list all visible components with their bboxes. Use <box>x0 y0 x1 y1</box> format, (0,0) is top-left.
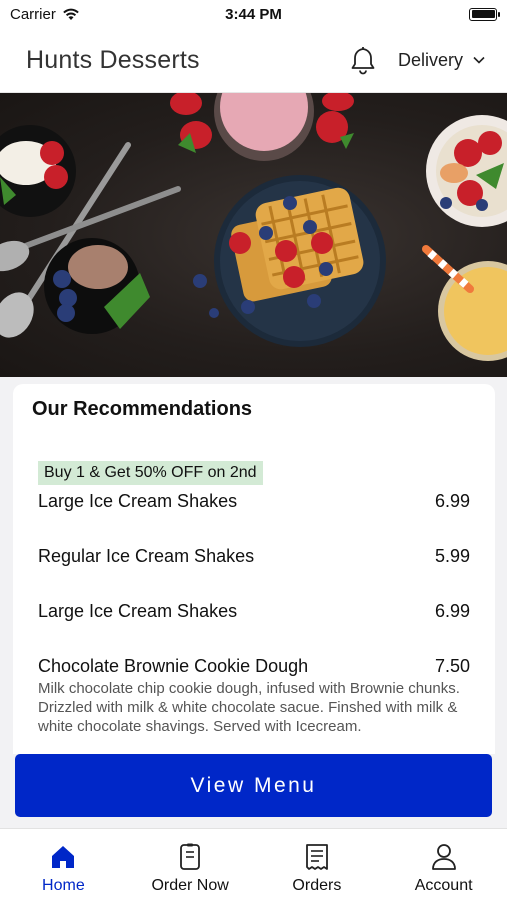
carrier-label: Carrier <box>10 5 56 23</box>
app-title: Hunts Desserts <box>26 45 200 74</box>
tab-home[interactable]: Home <box>0 829 127 900</box>
menu-item-price: 5.99 <box>434 546 470 566</box>
tab-label: Account <box>414 877 473 894</box>
account-icon <box>431 844 456 870</box>
status-left: Carrier <box>10 6 80 23</box>
tab-label: Orders <box>292 877 342 894</box>
orders-icon <box>305 844 328 870</box>
app-header: Hunts Desserts Delivery <box>0 28 507 93</box>
status-bar: Carrier 3:44 PM <box>0 0 507 28</box>
chevron-down-icon <box>473 56 485 64</box>
tab-label: Order Now <box>151 877 229 894</box>
menu-item[interactable]: Large Ice Cream Shakes 6.99 <box>32 601 477 622</box>
menu-item-price: 7.50 <box>434 656 470 676</box>
wifi-icon <box>63 8 79 20</box>
view-menu-button[interactable]: View Menu <box>15 754 492 817</box>
menu-item-price: 6.99 <box>434 601 470 621</box>
menu-item[interactable]: Regular Ice Cream Shakes 5.99 <box>32 546 477 567</box>
order-now-icon <box>180 843 201 870</box>
delivery-selector[interactable]: Delivery <box>398 50 485 71</box>
battery-icon <box>469 7 500 21</box>
delivery-label: Delivery <box>397 49 463 70</box>
menu-item-price: 6.99 <box>434 491 470 511</box>
tab-account[interactable]: Account <box>380 829 507 900</box>
hero-image <box>0 93 507 377</box>
notifications-button[interactable] <box>348 45 378 75</box>
recommendations-card: Our Recommendations Buy 1 & Get 50% OFF … <box>13 384 495 754</box>
dessert-illustration <box>0 93 507 361</box>
recommendations-title: Our Recommendations <box>32 398 253 420</box>
promo-badge: Buy 1 & Get 50% OFF on 2nd <box>38 461 263 485</box>
menu-item[interactable]: Chocolate Brownie Cookie Dough 7.50 <box>32 656 477 677</box>
menu-item-name: Chocolate Brownie Cookie Dough <box>38 656 309 676</box>
home-icon <box>52 846 75 868</box>
menu-item[interactable]: Large Ice Cream Shakes 6.99 <box>32 491 477 512</box>
menu-item-description: Milk chocolate chip cookie dough, infuse… <box>38 680 460 735</box>
tab-bar: Home Order Now Orders Account <box>0 828 507 900</box>
tab-orders[interactable]: Orders <box>254 829 381 900</box>
bell-icon <box>351 46 375 75</box>
menu-item-name: Large Ice Cream Shakes <box>38 491 238 511</box>
menu-item-name: Large Ice Cream Shakes <box>38 601 238 621</box>
tab-label: Home <box>42 877 85 894</box>
menu-item-name: Regular Ice Cream Shakes <box>38 546 255 566</box>
tab-order-now[interactable]: Order Now <box>127 829 254 900</box>
